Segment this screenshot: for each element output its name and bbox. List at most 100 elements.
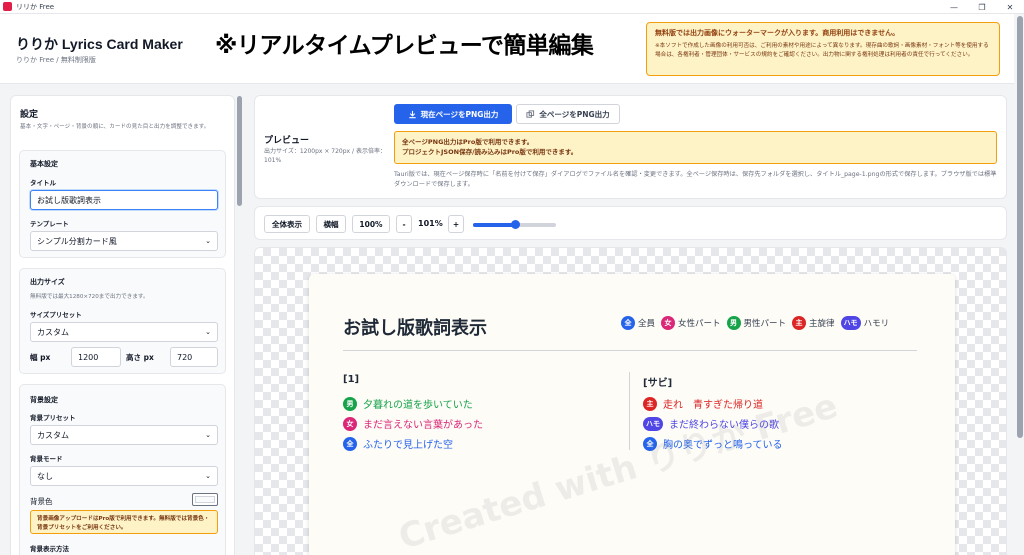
left-block-head: [1] (343, 374, 360, 385)
promo-banner: ※リアルタイムプレビューで簡単編集 (215, 33, 594, 59)
legend-badge: 全 (621, 316, 635, 330)
template-label: テンプレート (30, 220, 69, 228)
settings-title: 設定 (20, 110, 39, 120)
part-badge: 全 (343, 436, 357, 451)
height-label: 高さ px (126, 353, 154, 362)
background-title: 背景設定 (30, 396, 58, 404)
lyric-line: 全ふたりで見上げた空 (343, 436, 453, 451)
notice-title: 無料版では出力画像にウォーターマークが入ります。商用利用はできません。 (655, 29, 900, 37)
zoom-slider[interactable] (473, 220, 556, 229)
bg-color-swatch (195, 496, 215, 503)
app-name: りりか Lyrics Card Maker (16, 36, 183, 52)
zoom-slider-handle[interactable] (510, 220, 520, 229)
bg-upload-warning: 背景画像アップロードはPro版で利用できます。無料版では背景色・背景プリセットを… (30, 510, 218, 534)
lyric-line: 女まだ言えない言葉があった (343, 416, 483, 431)
legend-item-main: 主主旋律 (792, 316, 835, 330)
zoom-in-button[interactable]: + (448, 215, 464, 233)
card-divider (343, 350, 917, 351)
bg-mode-value: なし (37, 471, 53, 481)
lyric-line: 男夕暮れの道を歩いていた (343, 396, 473, 411)
chevron-down-icon: ⌄ (205, 431, 211, 439)
close-button[interactable]: ✕ (996, 0, 1024, 14)
zoom-100-button[interactable]: 100% (352, 215, 390, 233)
tauri-save-note: Tauri版では、現在ページ保存時に「名前を付けて保存」ダイアログでファイル名を… (394, 171, 997, 188)
settings-panel: 設定 基本・文字・ページ・背景の順に、カードの見た目と出力を調整できます。 基本… (10, 95, 235, 555)
legend-item-male: 男男性パート (726, 316, 786, 330)
legend-badge: ハモ (840, 316, 861, 330)
window-titlebar: リリか Free — ❐ ✕ (0, 0, 1024, 14)
chevron-down-icon: ⌄ (205, 472, 211, 480)
app-header: りりか Lyrics Card Maker りりか Free / 無料制限版 ※… (0, 14, 1014, 84)
download-icon (408, 110, 416, 118)
settings-desc: 基本・文字・ページ・背景の順に、カードの見た目と出力を調整できます。 (20, 124, 210, 130)
chevron-down-icon: ⌄ (205, 328, 211, 336)
export-current-png-button[interactable]: 現在ページをPNG出力 (394, 104, 512, 124)
legend-badge: 主 (792, 316, 807, 330)
export-current-label: 現在ページをPNG出力 (420, 109, 499, 119)
bg-preset-label: 背景プリセット (30, 414, 76, 422)
lyric-text: まだ言えない言葉があった (363, 420, 483, 431)
legend-label: 主旋律 (809, 319, 835, 329)
zoom-out-button[interactable]: - (396, 215, 412, 233)
bg-color-picker[interactable] (192, 493, 218, 506)
lyric-text: 夕暮れの道を歩いていた (363, 400, 473, 411)
page-scrollbar[interactable] (1017, 16, 1023, 438)
legend-label: 女性パート (678, 319, 721, 329)
part-badge: 主 (643, 396, 657, 411)
chevron-down-icon: ⌄ (205, 237, 211, 245)
size-preset-select[interactable]: カスタム ⌄ (30, 322, 218, 342)
legend-item-harmony: ハモ ハモリ (840, 316, 890, 330)
width-input[interactable]: 1200 (71, 347, 121, 367)
settings-scrollbar[interactable] (237, 96, 242, 206)
minimize-button[interactable]: — (940, 0, 968, 14)
legend-label: 全員 (638, 319, 656, 329)
app-subtitle: りりか Free / 無料制限版 (16, 56, 96, 64)
template-select[interactable]: シンプル分割カード風 ⌄ (30, 231, 218, 251)
legend-item-female: 女女性パート (661, 316, 721, 330)
maximize-button[interactable]: ❐ (968, 0, 996, 14)
basic-settings-section: 基本設定 タイトル お試し版歌詞表示 テンプレート シンプル分割カード風 ⌄ (19, 150, 226, 258)
preview-title: プレビュー (264, 136, 310, 146)
template-value: シンプル分割カード風 (37, 236, 117, 246)
pro-note-line-1: 全ページPNG出力はPro版で利用できます。 (402, 138, 534, 146)
license-notice: 無料版では出力画像にウォーターマークが入ります。商用利用はできません。 ※本ソフ… (646, 22, 1000, 76)
preview-panel: プレビュー 出力サイズ：1200px × 720px / 表示倍率：101% 現… (254, 95, 1007, 199)
bg-preset-value: カスタム (37, 430, 69, 440)
zoom-toolbar: 全体表示 横幅 100% - 101% + (254, 206, 1007, 240)
fit-width-button[interactable]: 横幅 (316, 215, 346, 233)
zoom-slider-fill (473, 223, 515, 227)
pro-feature-note: 全ページPNG出力はPro版で利用できます。 プロジェクトJSON保存/読み込み… (394, 131, 997, 164)
legend-label: ハモリ (863, 319, 890, 329)
background-section: 背景設定 背景プリセット カスタム ⌄ 背景モード なし ⌄ 背景色 背景画像ア… (19, 384, 226, 555)
legend-badge: 男 (726, 316, 741, 330)
part-badge: ハモ (643, 416, 663, 431)
copy-icon (526, 109, 535, 118)
legend-item-all: 全全員 (621, 316, 655, 330)
preview-size-text: 出力サイズ：1200px × 720px / 表示倍率：101% (264, 148, 386, 164)
bg-preset-select[interactable]: カスタム ⌄ (30, 425, 218, 445)
bg-mode-select[interactable]: なし ⌄ (30, 466, 218, 486)
notice-body: ※本ソフトで作成した画像の利用可否は、ご利用の素材や用途によって異なります。現存… (655, 43, 989, 58)
export-all-label: 全ページをPNG出力 (539, 109, 610, 119)
output-size-hint: 無料版では最大1280×720まで出力できます。 (30, 294, 149, 300)
preview-canvas: お試し版歌詞表示 全全員 女女性パート 男男性パート 主主旋律 ハモ ハモリ [1… (254, 247, 1007, 555)
lyrics-card: お試し版歌詞表示 全全員 女女性パート 男男性パート 主主旋律 ハモ ハモリ [1… (309, 274, 955, 555)
part-badge: 男 (343, 396, 357, 411)
height-input[interactable]: 720 (170, 347, 218, 367)
lyric-text: ふたりで見上げた空 (363, 440, 453, 451)
window-controls: — ❐ ✕ (940, 0, 1024, 14)
part-legend: 全全員 女女性パート 男男性パート 主主旋律 ハモ ハモリ (621, 316, 889, 330)
pro-note-line-2: プロジェクトJSON保存/読み込みはPro版で利用できます。 (402, 148, 578, 156)
part-badge: 女 (343, 416, 357, 431)
window-title: リリか Free (16, 2, 55, 11)
card-title: お試し版歌詞表示 (343, 318, 487, 339)
app-icon (3, 2, 12, 11)
basic-settings-title: 基本設定 (30, 160, 58, 168)
width-label: 幅 px (30, 353, 51, 362)
export-all-png-button[interactable]: 全ページをPNG出力 (516, 104, 620, 124)
zoom-value: 101% (418, 219, 443, 228)
title-input[interactable]: お試し版歌詞表示 (30, 190, 218, 210)
fit-all-button[interactable]: 全体表示 (264, 215, 310, 233)
bg-mode-label: 背景モード (30, 455, 63, 463)
size-preset-label: サイズプリセット (30, 311, 82, 319)
